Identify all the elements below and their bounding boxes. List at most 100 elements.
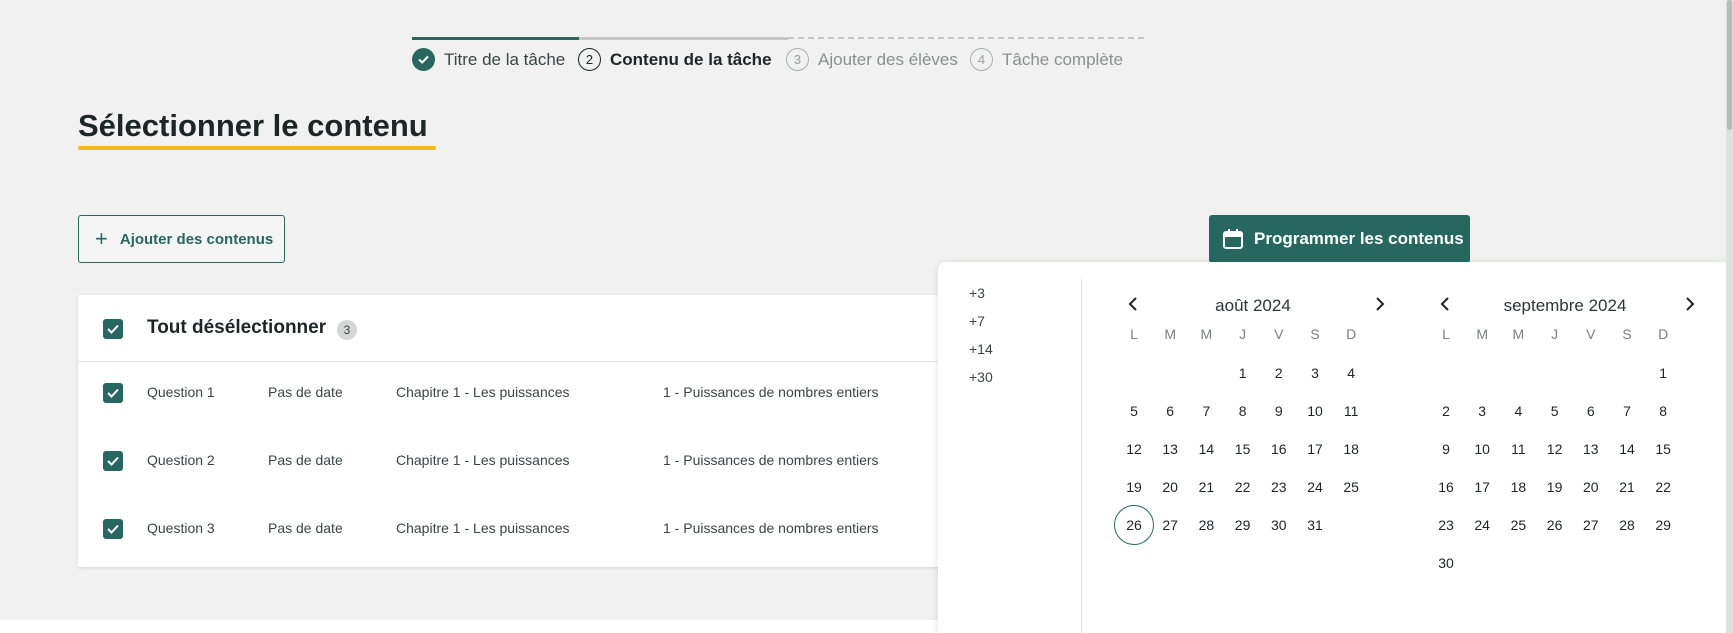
calendar-day[interactable]: 1 — [1643, 353, 1683, 393]
table-row[interactable]: Question 2 Pas de date Chapitre 1 - Les … — [78, 431, 958, 491]
calendar-day[interactable]: 27 — [1571, 505, 1611, 545]
calendar-day[interactable]: 19 — [1535, 467, 1575, 507]
calendar-day[interactable]: 23 — [1259, 467, 1299, 507]
row-section: 1 - Puissances de nombres entiers — [663, 384, 879, 400]
calendar-day[interactable]: 31 — [1295, 505, 1335, 545]
date-picker-popup: +3 +7 +14 +30 août 2024 LMMJVSD123456789… — [938, 262, 1733, 633]
step-progress-line-active — [579, 37, 788, 40]
calendar-day[interactable]: 16 — [1426, 467, 1466, 507]
row-name: Question 1 — [147, 384, 215, 400]
next-month-icon[interactable] — [1678, 292, 1702, 316]
calendar-day[interactable]: 9 — [1259, 391, 1299, 431]
calendar-day[interactable]: 27 — [1150, 505, 1190, 545]
calendar-day[interactable]: 25 — [1498, 505, 1538, 545]
calendar-day[interactable]: 30 — [1259, 505, 1299, 545]
row-checkbox[interactable] — [103, 383, 123, 403]
calendar-day[interactable]: 4 — [1331, 353, 1371, 393]
calendar-day[interactable]: 2 — [1259, 353, 1299, 393]
calendar-day[interactable]: 11 — [1331, 391, 1371, 431]
calendar-day[interactable]: 15 — [1223, 429, 1263, 469]
schedule-content-button[interactable]: Programmer les contenus — [1209, 215, 1470, 263]
calendar-icon — [1223, 229, 1243, 249]
calendar-day[interactable]: 2 — [1426, 391, 1466, 431]
calendar-day[interactable]: 3 — [1462, 391, 1502, 431]
add-content-button[interactable]: + Ajouter des contenus — [78, 215, 285, 263]
calendar-day[interactable]: 23 — [1426, 505, 1466, 545]
month-title: septembre 2024 — [1503, 296, 1627, 315]
calendar-day[interactable]: 21 — [1186, 467, 1226, 507]
select-all-checkbox[interactable] — [103, 319, 123, 339]
table-row[interactable]: Question 3 Pas de date Chapitre 1 - Les … — [78, 499, 958, 559]
calendar-day[interactable]: 7 — [1607, 391, 1647, 431]
calendar-day[interactable]: 22 — [1643, 467, 1683, 507]
calendar-day[interactable]: 18 — [1498, 467, 1538, 507]
calendar-day[interactable]: 13 — [1150, 429, 1190, 469]
calendar-day[interactable]: 1 — [1223, 353, 1263, 393]
row-section: 1 - Puissances de nombres entiers — [663, 520, 879, 536]
calendar-day[interactable]: 24 — [1295, 467, 1335, 507]
table-row[interactable]: Question 1 Pas de date Chapitre 1 - Les … — [78, 363, 958, 423]
scrollbar-thumb[interactable] — [1727, 0, 1732, 130]
check-icon — [107, 456, 119, 466]
calendar-day[interactable]: 29 — [1643, 505, 1683, 545]
calendar-day[interactable]: 5 — [1535, 391, 1575, 431]
quick-option-30[interactable]: +30 — [969, 369, 993, 385]
calendar-day[interactable]: 20 — [1150, 467, 1190, 507]
calendar-day[interactable]: 12 — [1114, 429, 1154, 469]
calendar-day[interactable]: 7 — [1186, 391, 1226, 431]
calendar-day[interactable]: 28 — [1186, 505, 1226, 545]
calendar-day[interactable]: 8 — [1643, 391, 1683, 431]
calendar-day[interactable]: 25 — [1331, 467, 1371, 507]
calendar-day[interactable]: 20 — [1571, 467, 1611, 507]
step-eleves[interactable]: 3 Ajouter des élèves — [786, 48, 958, 71]
weekday-label: M — [1200, 326, 1213, 342]
calendar-day[interactable]: 12 — [1535, 429, 1575, 469]
calendar-day[interactable]: 11 — [1498, 429, 1538, 469]
calendar-day[interactable]: 6 — [1150, 391, 1190, 431]
calendar-day[interactable]: 28 — [1607, 505, 1647, 545]
calendar-day[interactable]: 17 — [1462, 467, 1502, 507]
row-checkbox[interactable] — [103, 451, 123, 471]
next-month-icon[interactable] — [1368, 292, 1392, 316]
quick-option-14[interactable]: +14 — [969, 341, 993, 357]
row-section: 1 - Puissances de nombres entiers — [663, 452, 879, 468]
step-number: 2 — [578, 48, 601, 71]
calendar-day[interactable]: 19 — [1114, 467, 1154, 507]
quick-option-7[interactable]: +7 — [969, 313, 985, 329]
calendar-day[interactable]: 10 — [1462, 429, 1502, 469]
row-name: Question 3 — [147, 520, 215, 536]
calendar-day[interactable]: 22 — [1223, 467, 1263, 507]
step-contenu[interactable]: 2 Contenu de la tâche — [578, 48, 772, 71]
calendar-day[interactable]: 17 — [1295, 429, 1335, 469]
calendar-day-today[interactable]: 26 — [1114, 505, 1154, 545]
step-complete[interactable]: 4 Tâche complète — [970, 48, 1123, 71]
calendar-month-august: août 2024 L M M J V S D 1 2 3 4 5 6 7 8 9 10 11 12 13 14 15 16… — [1113, 262, 1393, 633]
calendar-day[interactable]: 5 — [1114, 391, 1154, 431]
calendar-day[interactable]: 24 — [1462, 505, 1502, 545]
row-checkbox[interactable] — [103, 519, 123, 539]
calendar-day[interactable]: 16 — [1259, 429, 1299, 469]
step-titre[interactable]: Titre de la tâche — [412, 48, 565, 71]
calendar-day[interactable]: 14 — [1607, 429, 1647, 469]
calendar-day[interactable]: 26 — [1535, 505, 1575, 545]
table-header: Tout désélectionner 3 — [78, 295, 958, 362]
calendar-day[interactable]: 8 — [1223, 391, 1263, 431]
calendar-day[interactable]: 18 — [1331, 429, 1371, 469]
check-icon — [107, 524, 119, 534]
quick-option-3[interactable]: +3 — [969, 285, 985, 301]
calendar-day[interactable]: 29 — [1223, 505, 1263, 545]
calendar-day[interactable]: 15 — [1643, 429, 1683, 469]
calendar-day[interactable]: 10 — [1295, 391, 1335, 431]
weekday-label: V — [1274, 326, 1284, 342]
calendar-day[interactable]: 13 — [1571, 429, 1611, 469]
calendar-day[interactable]: 30 — [1426, 543, 1466, 583]
title-underline — [78, 146, 436, 150]
calendar-day[interactable]: 3 — [1295, 353, 1335, 393]
weekday-label: D — [1346, 326, 1357, 342]
calendar-day[interactable]: 14 — [1186, 429, 1226, 469]
calendar-day[interactable]: 9 — [1426, 429, 1466, 469]
calendar-day[interactable]: 4 — [1498, 391, 1538, 431]
deselect-all-label: Tout désélectionner — [147, 317, 327, 338]
calendar-day[interactable]: 6 — [1571, 391, 1611, 431]
calendar-day[interactable]: 21 — [1607, 467, 1647, 507]
